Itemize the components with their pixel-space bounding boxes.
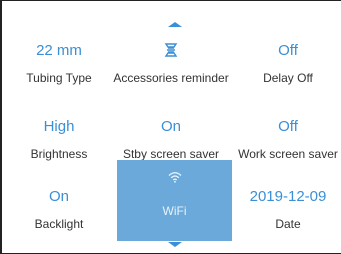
- setting-label: Brightness: [30, 147, 88, 161]
- setting-wifi[interactable]: WiFi: [117, 160, 232, 241]
- setting-delay-off[interactable]: Off Delay Off: [229, 34, 341, 96]
- setting-brightness[interactable]: High Brightness: [0, 110, 118, 172]
- setting-value: 22 mm: [36, 42, 82, 59]
- setting-value: Off: [278, 118, 298, 135]
- setting-label: WiFi: [162, 204, 187, 218]
- setting-value: High: [43, 118, 75, 135]
- setting-label: Accessories reminder: [113, 71, 229, 85]
- setting-label: Work screen saver: [238, 147, 338, 161]
- setting-date[interactable]: 2019-12-09 Date: [229, 180, 341, 242]
- scroll-down-arrow-icon[interactable]: [168, 242, 182, 247]
- setting-accessories-reminder[interactable]: Accessories reminder: [112, 34, 230, 96]
- setting-label: Tubing Type: [26, 71, 92, 85]
- setting-label: Backlight: [34, 217, 84, 231]
- setting-label: Delay Off: [263, 71, 313, 85]
- scroll-up-arrow-icon[interactable]: [168, 22, 182, 27]
- setting-tubing-type[interactable]: 22 mm Tubing Type: [0, 34, 118, 96]
- setting-value: On: [160, 118, 181, 135]
- setting-label: Date: [275, 217, 301, 231]
- wifi-icon: [117, 170, 232, 188]
- setting-work-screen-saver[interactable]: Off Work screen saver: [229, 110, 341, 172]
- setting-value: 2019-12-09: [249, 188, 327, 205]
- setting-value: On: [48, 188, 69, 205]
- accessories-icon: [112, 42, 230, 63]
- setting-backlight[interactable]: On Backlight: [0, 180, 118, 242]
- setting-value: Off: [278, 42, 298, 59]
